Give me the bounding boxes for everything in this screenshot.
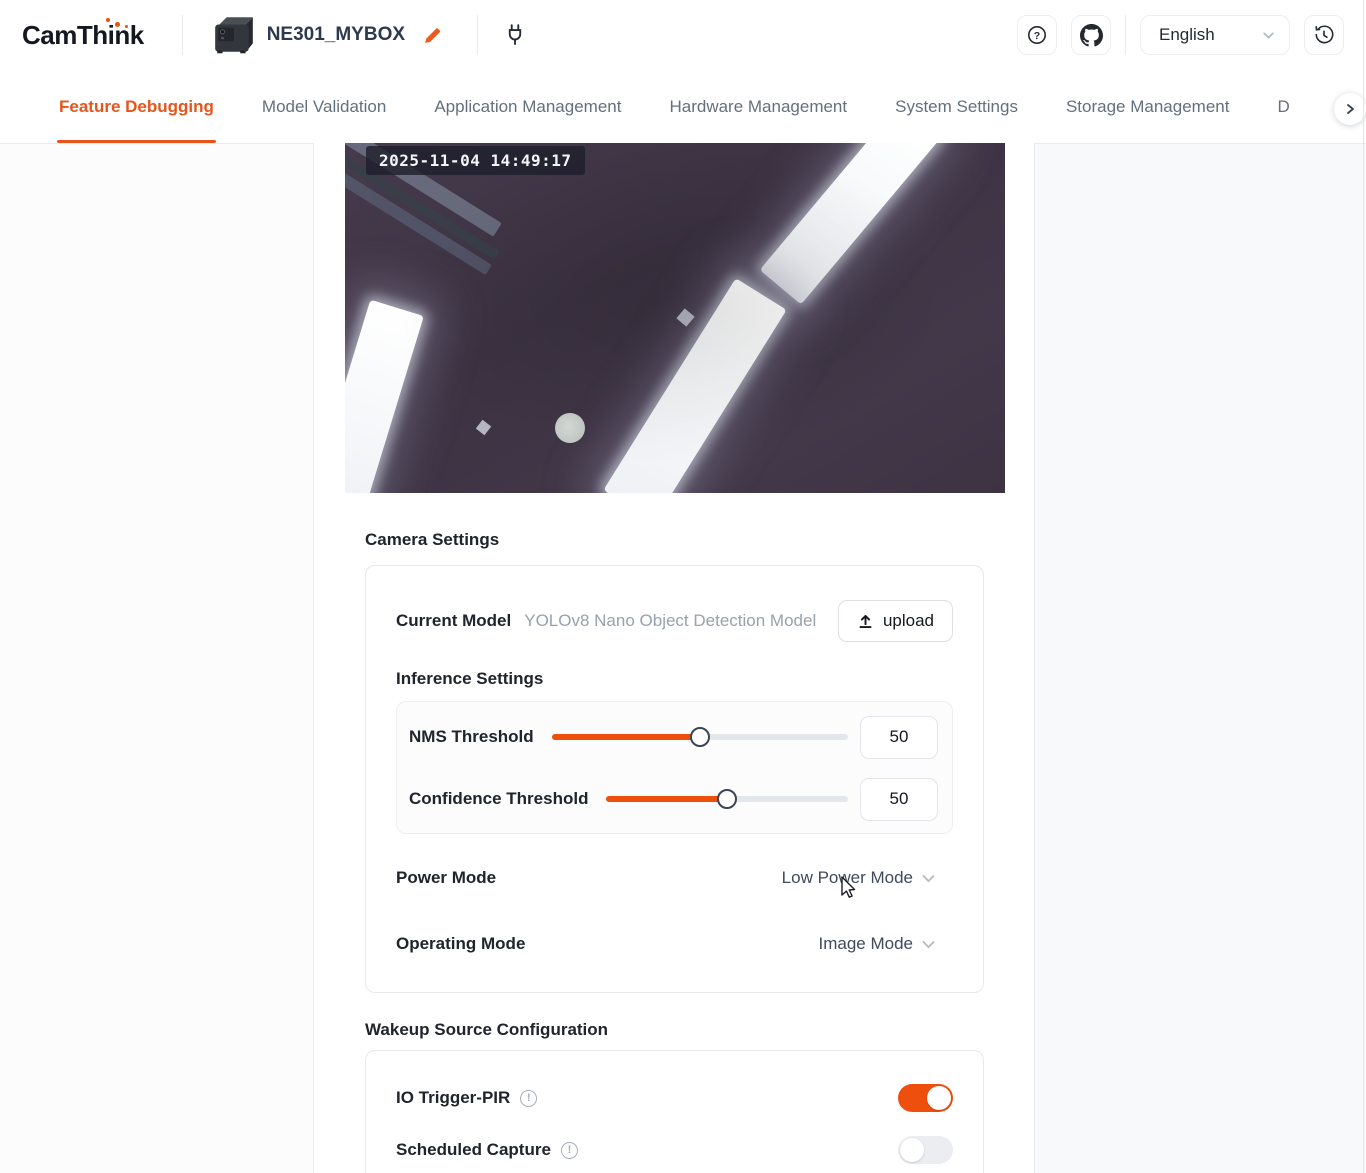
header-divider bbox=[477, 15, 478, 55]
language-select[interactable]: English bbox=[1140, 15, 1290, 55]
header-actions: ? English bbox=[1017, 15, 1344, 55]
chevron-down-icon bbox=[1262, 29, 1275, 42]
toggle-knob bbox=[900, 1138, 924, 1162]
camera-preview-image: 2025-11-04 14:49:17 bbox=[345, 143, 1005, 493]
scheduled-capture-label: Scheduled Capture bbox=[396, 1140, 551, 1160]
svg-text:?: ? bbox=[1034, 30, 1040, 42]
operating-mode-label: Operating Mode bbox=[396, 934, 525, 954]
operating-mode-select[interactable]: Image Mode bbox=[819, 934, 937, 954]
tabs-scroll-right-button[interactable] bbox=[1334, 93, 1366, 125]
confidence-threshold-row: Confidence Threshold 50 bbox=[409, 768, 938, 830]
content-area: 2025-11-04 14:49:17 Camera Settings Curr… bbox=[0, 143, 1366, 1173]
help-button[interactable]: ? bbox=[1017, 15, 1057, 55]
logo-dot bbox=[115, 22, 120, 27]
operating-mode-row: Operating Mode Image Mode bbox=[396, 932, 953, 956]
slider-fill bbox=[606, 796, 727, 802]
upload-icon bbox=[857, 613, 874, 630]
github-button[interactable] bbox=[1071, 15, 1111, 55]
tab-hardware-management[interactable]: Hardware Management bbox=[669, 70, 847, 143]
left-margin-panel bbox=[0, 143, 314, 1173]
chevron-down-icon bbox=[921, 871, 936, 886]
inference-settings-panel: NMS Threshold 50 Confidence Threshold bbox=[396, 701, 953, 834]
language-value: English bbox=[1159, 25, 1254, 45]
tab-feature-debugging[interactable]: Feature Debugging bbox=[59, 70, 214, 143]
confidence-threshold-value-input[interactable]: 50 bbox=[860, 778, 938, 821]
main-nav-tabs: Feature Debugging Model Validation Appli… bbox=[0, 70, 1366, 143]
camera-settings-card: Current Model YOLOv8 Nano Object Detecti… bbox=[365, 565, 984, 993]
slider-handle[interactable] bbox=[717, 789, 737, 809]
wakeup-config-card: IO Trigger-PIR ! Scheduled Capture ! bbox=[365, 1050, 984, 1173]
nms-threshold-row: NMS Threshold 50 bbox=[409, 706, 938, 768]
info-icon[interactable]: ! bbox=[520, 1090, 537, 1107]
page: CamThink NE301_MYBOX bbox=[0, 0, 1366, 1173]
connection-status-button[interactable] bbox=[498, 18, 532, 52]
power-mode-select[interactable]: Low Power Mode bbox=[782, 868, 936, 888]
scheduled-capture-toggle[interactable] bbox=[898, 1136, 953, 1164]
camthink-logo: CamThink bbox=[22, 20, 152, 51]
plug-icon bbox=[504, 23, 526, 47]
nms-threshold-slider[interactable] bbox=[552, 727, 848, 747]
tab-storage-management[interactable]: Storage Management bbox=[1066, 70, 1230, 143]
chevron-down-icon bbox=[921, 937, 936, 952]
current-model-label: Current Model bbox=[396, 611, 511, 631]
edit-device-name-button[interactable] bbox=[415, 18, 449, 52]
confidence-threshold-slider[interactable] bbox=[606, 789, 848, 809]
power-mode-row: Power Mode Low Power Mode bbox=[396, 866, 953, 890]
wakeup-config-title: Wakeup Source Configuration bbox=[365, 1020, 984, 1040]
device-name: NE301_MYBOX bbox=[267, 24, 405, 46]
nms-threshold-label: NMS Threshold bbox=[409, 727, 534, 747]
history-button[interactable] bbox=[1304, 15, 1344, 55]
github-icon bbox=[1080, 24, 1103, 47]
slider-fill bbox=[552, 734, 700, 740]
pencil-icon bbox=[422, 25, 443, 46]
inference-settings-title: Inference Settings bbox=[396, 669, 953, 689]
logo-dot bbox=[106, 18, 110, 22]
io-trigger-pir-row: IO Trigger-PIR ! bbox=[396, 1084, 953, 1112]
logo-text: CamThink bbox=[22, 20, 144, 50]
current-model-value: YOLOv8 Nano Object Detection Model bbox=[524, 611, 816, 631]
operating-mode-value: Image Mode bbox=[819, 934, 914, 954]
device-thumbnail-image bbox=[211, 14, 257, 56]
header-divider bbox=[1125, 15, 1126, 55]
right-margin-panel bbox=[1034, 143, 1366, 1173]
logo-dot bbox=[125, 25, 128, 28]
feature-debugging-panel: 2025-11-04 14:49:17 Camera Settings Curr… bbox=[314, 143, 1034, 1173]
scheduled-capture-row: Scheduled Capture ! bbox=[396, 1136, 953, 1164]
app-header: CamThink NE301_MYBOX bbox=[0, 0, 1366, 70]
upload-model-button[interactable]: upload bbox=[838, 600, 953, 642]
chevron-right-icon bbox=[1343, 102, 1357, 116]
upload-button-label: upload bbox=[883, 611, 934, 631]
tab-model-validation[interactable]: Model Validation bbox=[262, 70, 386, 143]
history-icon bbox=[1313, 24, 1335, 46]
vignette-overlay bbox=[345, 143, 1005, 493]
toggle-knob bbox=[927, 1086, 951, 1110]
tab-clipped[interactable]: D bbox=[1277, 70, 1289, 143]
io-trigger-pir-toggle[interactable] bbox=[898, 1084, 953, 1112]
info-icon[interactable]: ! bbox=[561, 1142, 578, 1159]
timestamp-badge: 2025-11-04 14:49:17 bbox=[366, 146, 585, 175]
tab-system-settings[interactable]: System Settings bbox=[895, 70, 1018, 143]
slider-handle[interactable] bbox=[690, 727, 710, 747]
power-mode-value: Low Power Mode bbox=[782, 868, 913, 888]
tab-application-management[interactable]: Application Management bbox=[434, 70, 621, 143]
confidence-threshold-label: Confidence Threshold bbox=[409, 789, 588, 809]
nms-threshold-value-input[interactable]: 50 bbox=[860, 716, 938, 759]
io-trigger-pir-label: IO Trigger-PIR bbox=[396, 1088, 510, 1108]
window-edge bbox=[1363, 0, 1364, 1173]
current-model-row: Current Model YOLOv8 Nano Object Detecti… bbox=[396, 600, 953, 642]
help-icon: ? bbox=[1026, 24, 1048, 46]
camera-settings-title: Camera Settings bbox=[365, 530, 984, 550]
device-group: NE301_MYBOX bbox=[183, 14, 477, 56]
power-mode-label: Power Mode bbox=[396, 868, 496, 888]
